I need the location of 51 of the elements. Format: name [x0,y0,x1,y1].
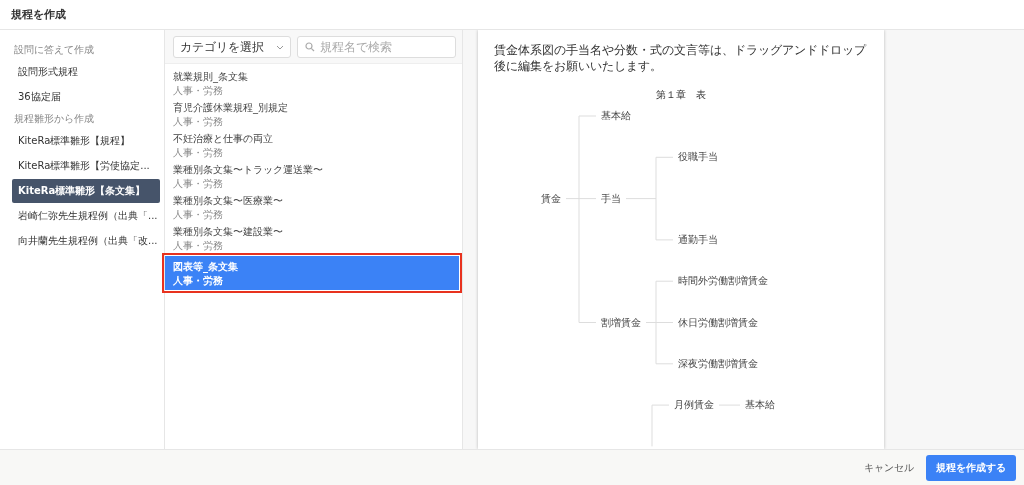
sidebar-item[interactable]: 設問形式規程 [12,60,160,84]
template-item[interactable]: 育児介護休業規程_別規定 人事・労務 [165,98,462,129]
template-item[interactable]: 業種別条文集〜建設業〜 人事・労務 [165,222,462,253]
sidebar-item[interactable]: KiteRa標準雛形【規程】 [12,129,160,153]
section-label: 規程雛形から作成 [14,112,94,126]
sidebar-item[interactable]: 向井蘭先生規程例（出典「改... [12,229,160,253]
tree-label: 基本給 [745,399,775,411]
template-item[interactable]: 図表等_条文集 人事・労務 [165,256,459,290]
tree-label: 休日労働割増賃金 [678,316,758,328]
template-name: 就業規則_条文集 [173,70,249,83]
template-category: 人事・労務 [173,84,224,97]
template-category: 人事・労務 [173,274,224,287]
template-item[interactable]: 不妊治療と仕事の両立 人事・労務 [165,129,462,160]
template-name: 業種別条文集〜建設業〜 [173,225,284,238]
create-button[interactable]: 規程を作成する [926,454,1016,481]
sidebar-item[interactable]: 36協定届 [12,85,160,109]
tree-label: 時間外労働割増賃金 [678,275,768,287]
sidebar-item[interactable]: 岩崎仁弥先生規程例（出典「... [12,204,160,228]
template-category: 人事・労務 [173,239,224,252]
template-name: 不妊治療と仕事の両立 [173,132,274,145]
tree-label: 深夜労働割増賃金 [678,357,758,369]
template-name: 図表等_条文集 [173,260,239,273]
tree-label: 月例賃金 [674,399,714,411]
template-item[interactable]: 業種別条文集〜医療業〜 人事・労務 [165,191,462,222]
category-select[interactable]: カテゴリを選択 [173,36,291,58]
sidebar-item[interactable]: KiteRa標準雛形【労使協定... [12,154,160,178]
template-item[interactable]: 業種別条文集〜トラック運送業〜 人事・労務 [165,160,462,191]
template-name: 業種別条文集〜トラック運送業〜 [173,163,324,176]
template-name: 育児介護休業規程_別規定 [173,101,289,114]
tree-label: 役職手当 [678,151,718,163]
template-category: 人事・労務 [173,115,224,128]
cancel-button[interactable]: キャンセル [860,455,918,480]
chevron-down-icon [276,44,284,50]
tree-label: 手当 [601,192,621,204]
tree-label: 基本給 [601,110,631,121]
section-label: 設問に答えて作成 [14,43,94,57]
sidebar-item[interactable]: KiteRa標準雛形【条文集】 [12,179,160,203]
template-item[interactable]: 就業規則_条文集 人事・労務 [165,67,462,98]
template-category: 人事・労務 [173,177,224,190]
template-name: 業種別条文集〜医療業〜 [173,194,284,207]
chapter-heading: 第１章 表 [656,88,706,102]
dialog-title: 規程を作成 [11,7,66,22]
note-text: 賃金体系図の手当名や分数・式の文言等は、ドラッグアンドドロップ後に編集をお願いいたします。 [494,42,868,74]
tree-label: 割増賃金 [601,316,641,328]
tree-label: 賃金 [541,192,561,204]
search-icon [305,42,315,52]
template-category: 人事・労務 [173,146,224,159]
tree-label: 通勤手当 [678,233,718,245]
connector-line [651,404,670,447]
search-field[interactable]: 規程名で検索 [297,36,456,58]
template-category: 人事・労務 [173,208,224,221]
